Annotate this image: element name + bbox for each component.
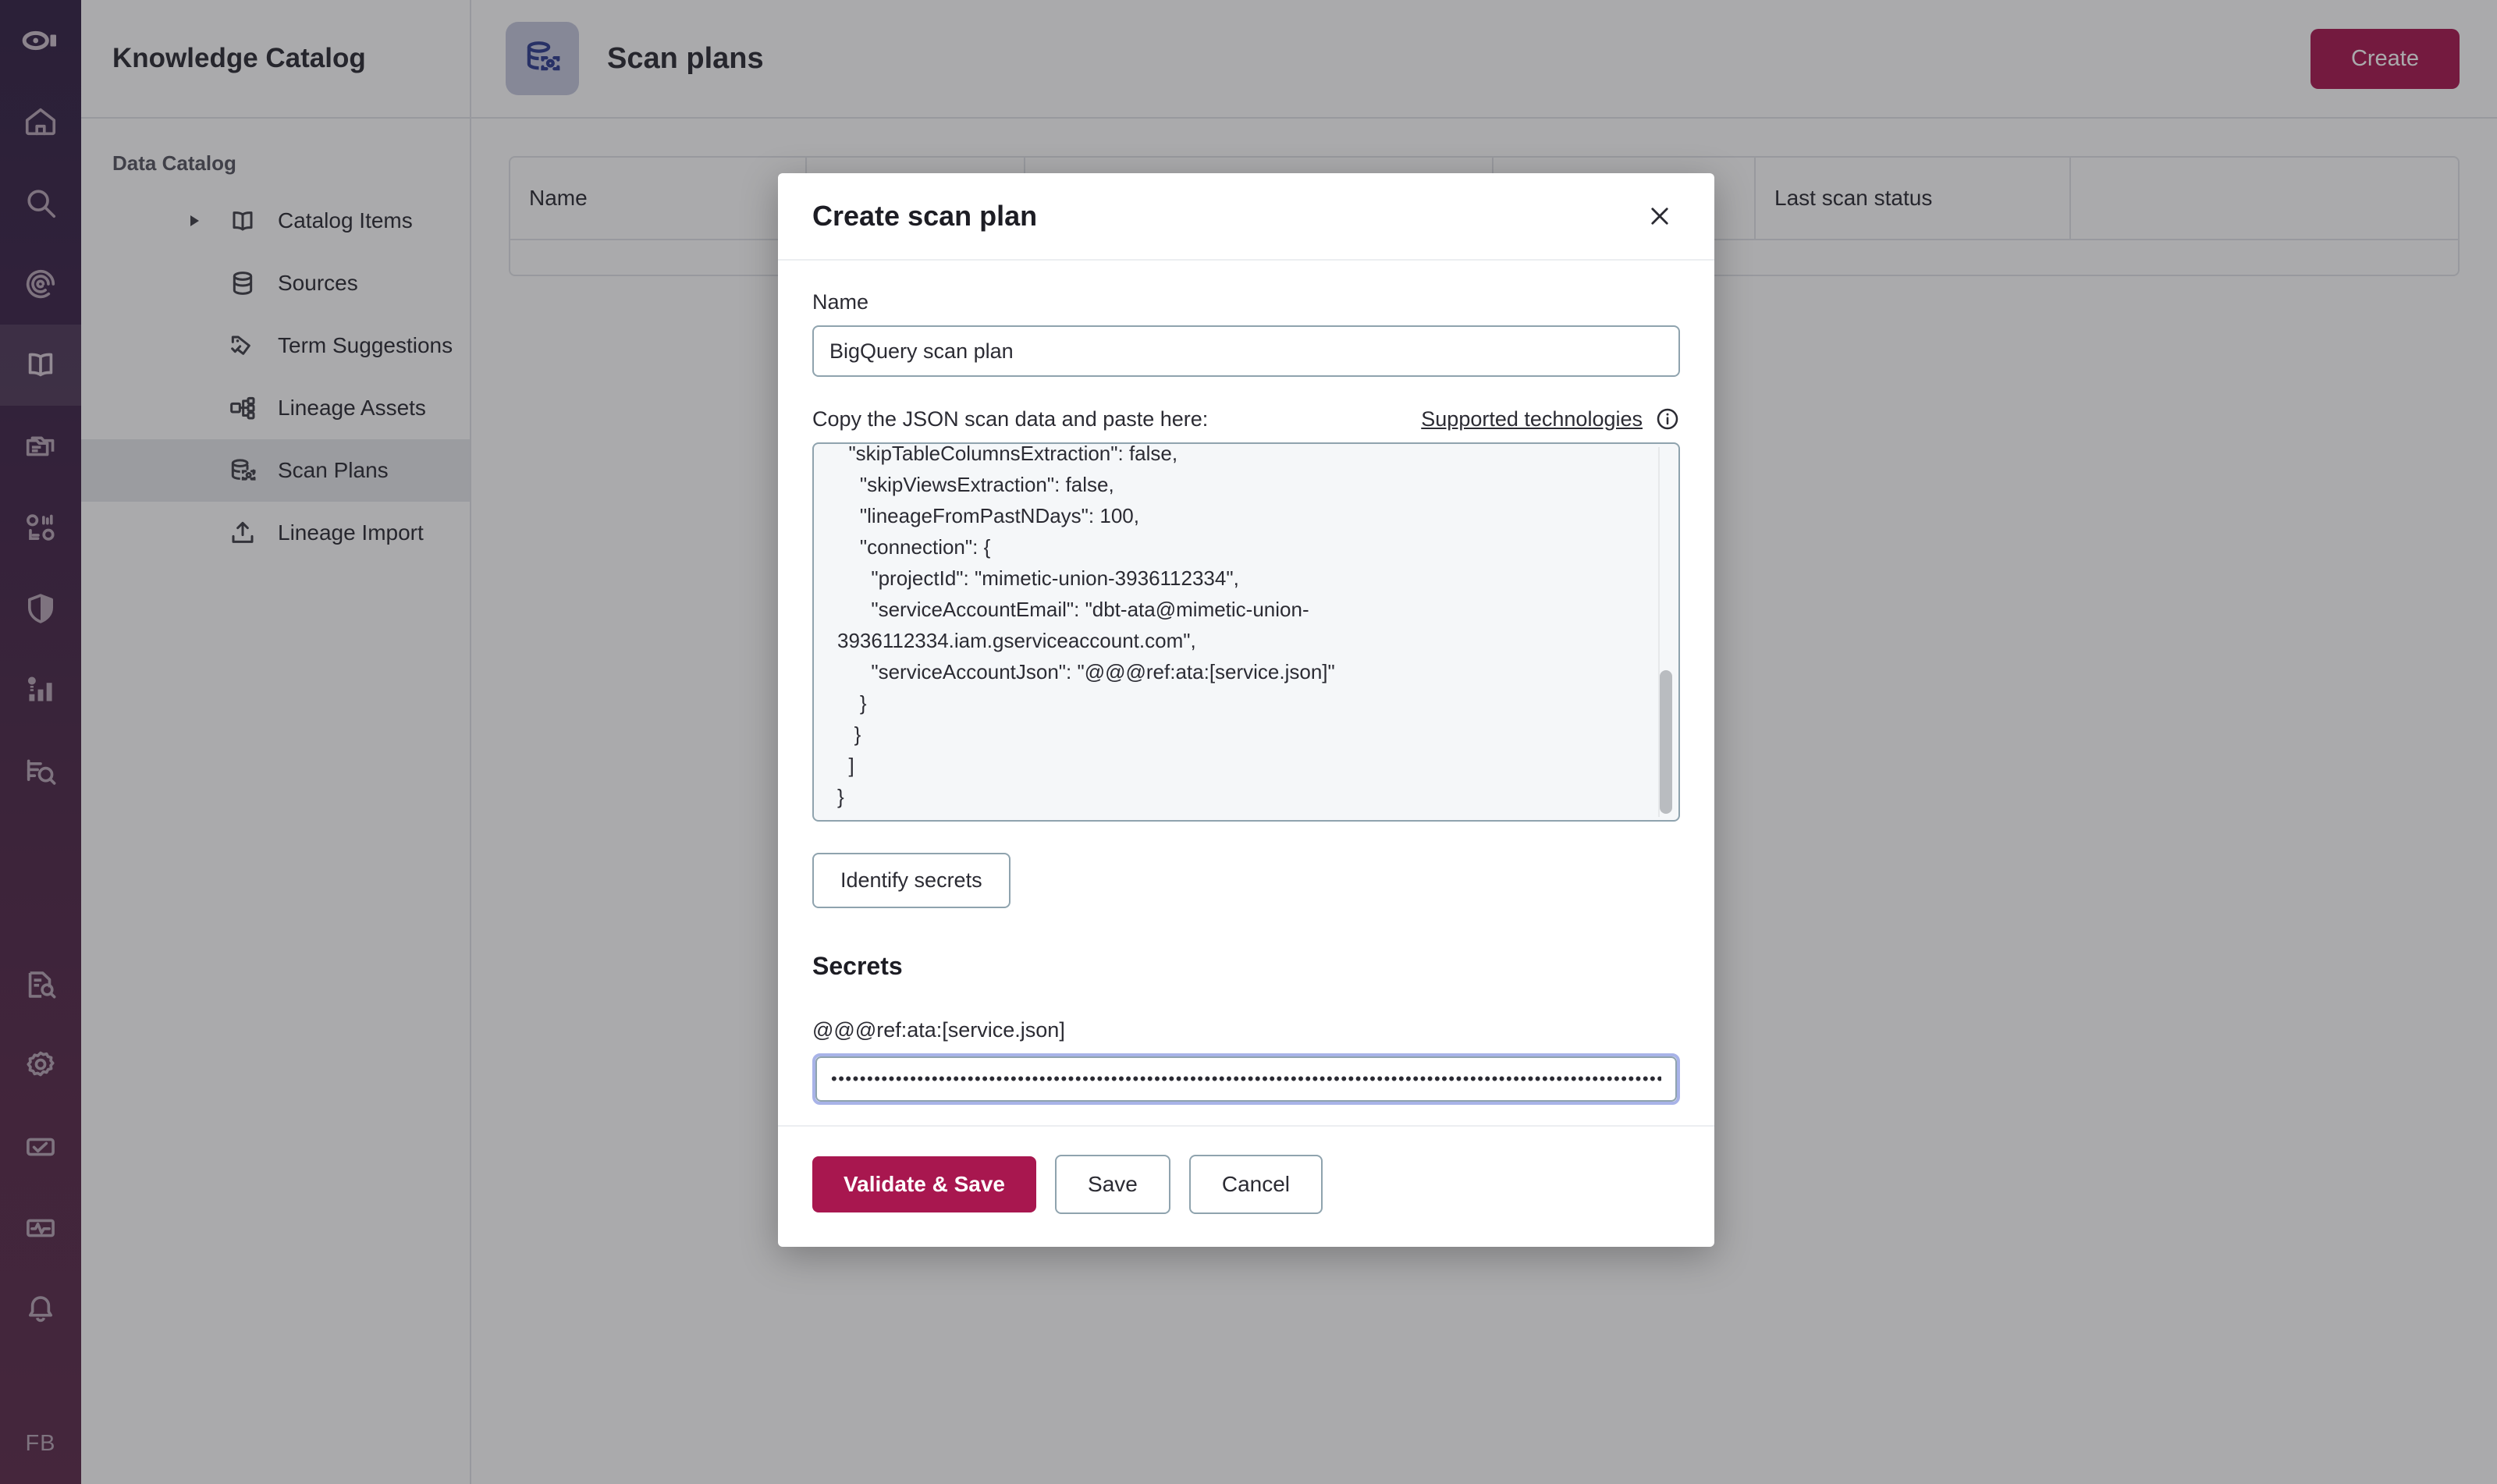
- secret-input-focus-ring: [812, 1053, 1680, 1105]
- dialog-title: Create scan plan: [812, 200, 1037, 233]
- json-scroll-viewport[interactable]: "skipTableColumnsExtraction": false, "sk…: [814, 444, 1678, 820]
- validate-and-save-button[interactable]: Validate & Save: [812, 1156, 1036, 1212]
- supported-technologies-link[interactable]: Supported technologies: [1421, 407, 1643, 431]
- secret-value-input[interactable]: [815, 1056, 1677, 1102]
- app-root: FB Knowledge Catalog Data Catalog Catalo…: [0, 0, 2497, 1484]
- close-icon[interactable]: [1639, 196, 1680, 236]
- dialog-footer: Validate & Save Save Cancel: [778, 1125, 1714, 1247]
- secrets-section-title: Secrets: [812, 952, 1680, 981]
- json-scrollbar-thumb[interactable]: [1660, 670, 1672, 814]
- secret-key-label: @@@ref:ata:[service.json]: [812, 1018, 1680, 1042]
- dialog-body: Name Copy the JSON scan data and paste h…: [778, 261, 1714, 1125]
- identify-secrets-button[interactable]: Identify secrets: [812, 853, 1011, 908]
- json-textarea-wrapper[interactable]: "skipTableColumnsExtraction": false, "sk…: [812, 442, 1680, 822]
- save-button[interactable]: Save: [1055, 1155, 1170, 1214]
- identify-secrets-row: Identify secrets: [812, 853, 1680, 908]
- json-label: Copy the JSON scan data and paste here:: [812, 407, 1208, 431]
- supported-technologies-row: Supported technologies: [1421, 407, 1680, 431]
- json-textarea[interactable]: "skipTableColumnsExtraction": false, "sk…: [837, 444, 1655, 812]
- json-scrollbar[interactable]: [1658, 447, 1672, 817]
- name-label: Name: [812, 290, 1680, 314]
- info-circle-icon[interactable]: [1655, 407, 1680, 431]
- cancel-button[interactable]: Cancel: [1189, 1155, 1323, 1214]
- create-scan-plan-dialog: Create scan plan Name Copy the JSON scan…: [778, 173, 1714, 1247]
- name-input[interactable]: [812, 325, 1680, 377]
- dialog-header: Create scan plan: [778, 173, 1714, 261]
- json-label-row: Copy the JSON scan data and paste here: …: [812, 407, 1680, 431]
